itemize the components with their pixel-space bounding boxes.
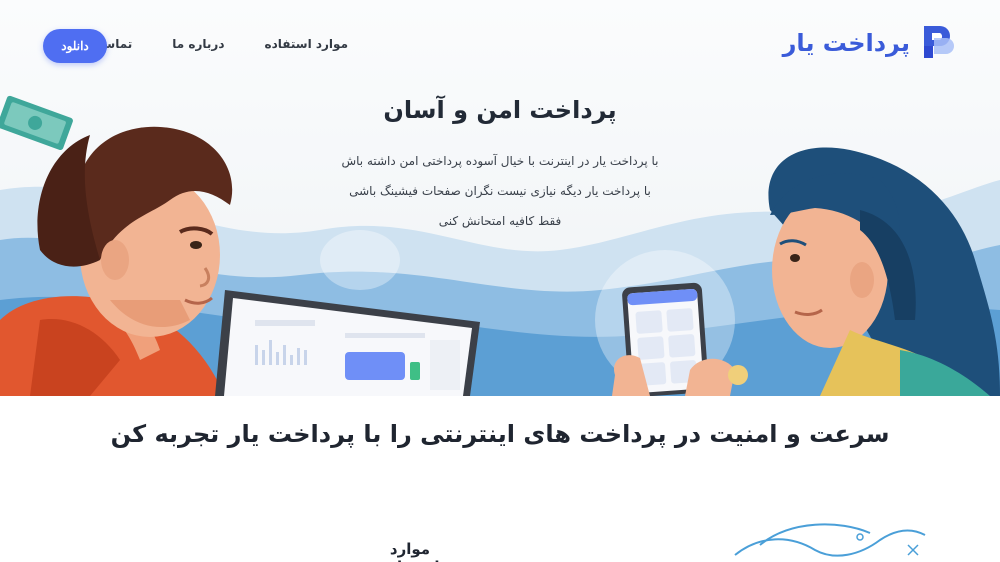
wave-doodle-art bbox=[730, 515, 930, 562]
landing-page: پرداخت یار موارد استفاده درباره ما تماس … bbox=[0, 0, 1000, 562]
hero-line-3: فقط کافیه امتحانش کنی bbox=[438, 214, 562, 228]
hero-line-2: با پرداخت یار دیگه نیازی نیست نگران صفحا… bbox=[349, 184, 651, 198]
download-button[interactable]: دانلود bbox=[43, 29, 107, 63]
hero-text-block: پرداخت امن و آسان با پرداخت یار در اینتر… bbox=[300, 96, 700, 236]
use-cases-title: موارد استفاده bbox=[381, 540, 440, 562]
brand-logo[interactable]: پرداخت یار bbox=[783, 24, 954, 62]
hero-title: پرداخت امن و آسان bbox=[383, 96, 617, 124]
brand-name: پرداخت یار bbox=[782, 29, 910, 57]
brand-p-icon bbox=[920, 24, 954, 62]
tagline: سرعت و امنیت در پرداخت های اینترنتی را ب… bbox=[110, 420, 890, 448]
main-nav: موارد استفاده درباره ما تماس با ما bbox=[69, 37, 348, 51]
nav-item-about[interactable]: درباره ما bbox=[172, 37, 224, 51]
hero-line-1: با پرداخت یار در اینترنت با خیال آسوده پ… bbox=[341, 154, 659, 168]
site-header: پرداخت یار موارد استفاده درباره ما تماس … bbox=[0, 0, 1000, 90]
nav-item-use-cases[interactable]: موارد استفاده bbox=[264, 37, 348, 51]
